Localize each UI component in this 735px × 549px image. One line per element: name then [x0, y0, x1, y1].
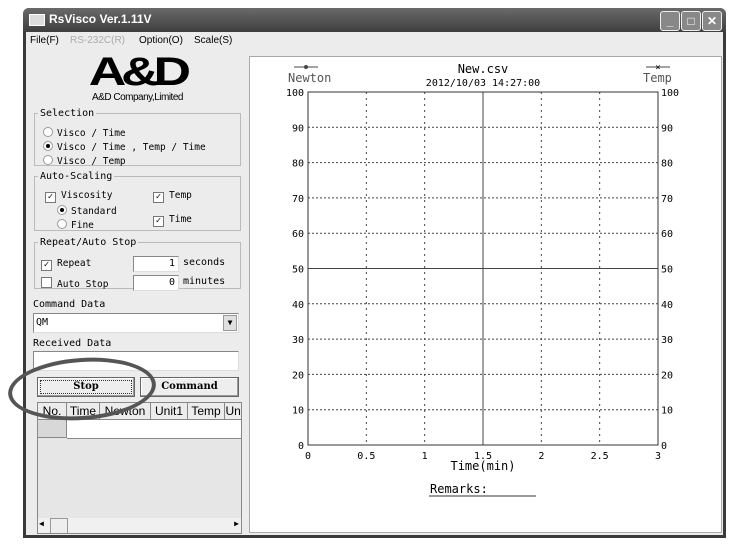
y2-tick-label: 70 — [661, 194, 673, 205]
auto-stop-minutes-input[interactable]: 0 — [133, 275, 179, 291]
menu-scale[interactable]: Scale(S) — [194, 35, 232, 46]
chart-panel: 0 0 10 10 20 20 30 30 40 40 50 50 60 60 70 70 80 80 90 90 10… — [249, 56, 722, 533]
y-tick-label: 0 — [298, 441, 304, 452]
checkbox-temp[interactable]: ✓ Temp — [153, 190, 192, 203]
radio-standard[interactable]: Standard — [57, 205, 117, 217]
title-bar[interactable]: RsVisco Ver.1.11V _ □ ✕ — [23, 8, 726, 32]
menu-option[interactable]: Option(O) — [139, 35, 183, 46]
menu-file[interactable]: File(F) — [30, 35, 59, 46]
y-tick-label: 80 — [292, 159, 304, 170]
x-tick-label: 3 — [655, 451, 661, 462]
minutes-label: minutes — [183, 276, 226, 287]
control-panel: A&D A&D Company,Limited Selection Visco … — [30, 50, 244, 534]
y-tick-label: 60 — [292, 229, 304, 240]
data-table[interactable]: No. Time Newton Unit1 Temp Unit2 ◀ ▶ — [37, 402, 242, 534]
y-tick-label: 30 — [292, 335, 304, 346]
auto-scaling-group: Auto-Scaling ✓ Viscosity Standard Fine ✓ T… — [34, 171, 241, 231]
window-title: RsVisco Ver.1.11V — [49, 12, 152, 26]
command-data-select[interactable]: QM ▼ — [33, 313, 239, 333]
chevron-down-icon[interactable]: ▼ — [223, 315, 237, 331]
y-tick-label: 20 — [292, 370, 304, 381]
newton-legend-label: Newton — [288, 71, 331, 85]
app-window: RsVisco Ver.1.11V _ □ ✕ File(F) RS-232C(… — [23, 8, 726, 538]
menu-bar: File(F) RS-232C(R) Option(O) Scale(S) — [26, 32, 723, 50]
scrollbar-thumb[interactable] — [50, 518, 68, 533]
y2-tick-label: 60 — [661, 229, 673, 240]
x-axis-label: Time(min) — [450, 459, 515, 473]
y2-tick-label: 90 — [661, 123, 673, 134]
y2-tick-label: 40 — [661, 300, 673, 311]
checkbox-auto-stop[interactable]: Auto Stop — [41, 277, 108, 290]
maximize-button[interactable]: □ — [681, 11, 701, 31]
table-header-unit1[interactable]: Unit1 — [151, 403, 188, 420]
minimize-button[interactable]: _ — [660, 11, 680, 31]
client-area: File(F) RS-232C(R) Option(O) Scale(S) A&… — [26, 32, 723, 535]
company-logo: A&D A&D Company,Limited — [88, 50, 191, 103]
radio-visco-time[interactable]: Visco / Time — [43, 127, 126, 139]
close-button[interactable]: ✕ — [702, 11, 722, 31]
received-data-label: Received Data — [33, 338, 112, 349]
y2-tick-label: 20 — [661, 370, 673, 381]
x-tick-label: 1 — [422, 451, 428, 462]
y-tick-label: 90 — [292, 123, 304, 134]
table-header-unit2[interactable]: Unit2 — [225, 403, 241, 420]
chart-subtitle: 2012/10/03 14:27:00 — [426, 78, 540, 89]
checkbox-repeat[interactable]: ✓ Repeat — [41, 258, 91, 271]
table-row[interactable] — [67, 420, 241, 439]
chart-title: New.csv — [458, 62, 509, 76]
x-tick-label: 0.5 — [357, 451, 375, 462]
y-tick-label: 50 — [292, 265, 304, 276]
app-icon — [29, 14, 45, 26]
scroll-left-icon[interactable]: ◀ — [39, 519, 44, 528]
y-tick-label: 70 — [292, 194, 304, 205]
menu-rs232c[interactable]: RS-232C(R) — [70, 35, 125, 46]
seconds-label: seconds — [183, 257, 226, 268]
repeat-seconds-input[interactable]: 1 — [133, 256, 179, 272]
table-header-temp[interactable]: Temp — [188, 403, 225, 420]
temp-legend-label: Temp — [643, 71, 672, 85]
checkbox-viscosity[interactable]: ✓ Viscosity — [45, 190, 112, 203]
x-tick-label: 0 — [305, 451, 311, 462]
row-header[interactable] — [38, 420, 67, 438]
y2-tick-label: 30 — [661, 335, 673, 346]
newton-legend-marker — [304, 65, 308, 69]
repeat-group: Repeat/Auto Stop ✓ Repeat 1 seconds Auto … — [34, 237, 241, 291]
radio-visco-time-temp-time[interactable]: Visco / Time , Temp / Time — [43, 141, 206, 153]
y2-tick-label: 0 — [661, 441, 667, 452]
scroll-right-icon[interactable]: ▶ — [234, 519, 239, 528]
radio-visco-temp[interactable]: Visco / Temp — [43, 155, 126, 167]
x-tick-label: 2.5 — [591, 451, 609, 462]
radio-fine[interactable]: Fine — [57, 219, 94, 231]
x-tick-label: 2 — [538, 451, 544, 462]
y-tick-label: 10 — [292, 406, 304, 417]
chart: 0 010 1020 2030 3040 4050 5060 6070 7080 8090 9010… — [286, 62, 679, 497]
y2-tick-label: 80 — [661, 159, 673, 170]
checkbox-time[interactable]: ✓ Time — [153, 214, 192, 227]
y2-tick-label: 100 — [661, 88, 679, 99]
command-data-label: Command Data — [33, 299, 106, 310]
y-tick-label: 100 — [286, 88, 304, 99]
horizontal-scrollbar[interactable]: ◀ ▶ — [38, 518, 241, 533]
selection-group: Selection Visco / Time Visco / Time , Te… — [34, 108, 241, 167]
remarks-label: Remarks: — [430, 482, 488, 496]
y-tick-label: 40 — [292, 300, 304, 311]
y2-tick-label: 50 — [661, 265, 673, 276]
y2-tick-label: 10 — [661, 406, 673, 417]
